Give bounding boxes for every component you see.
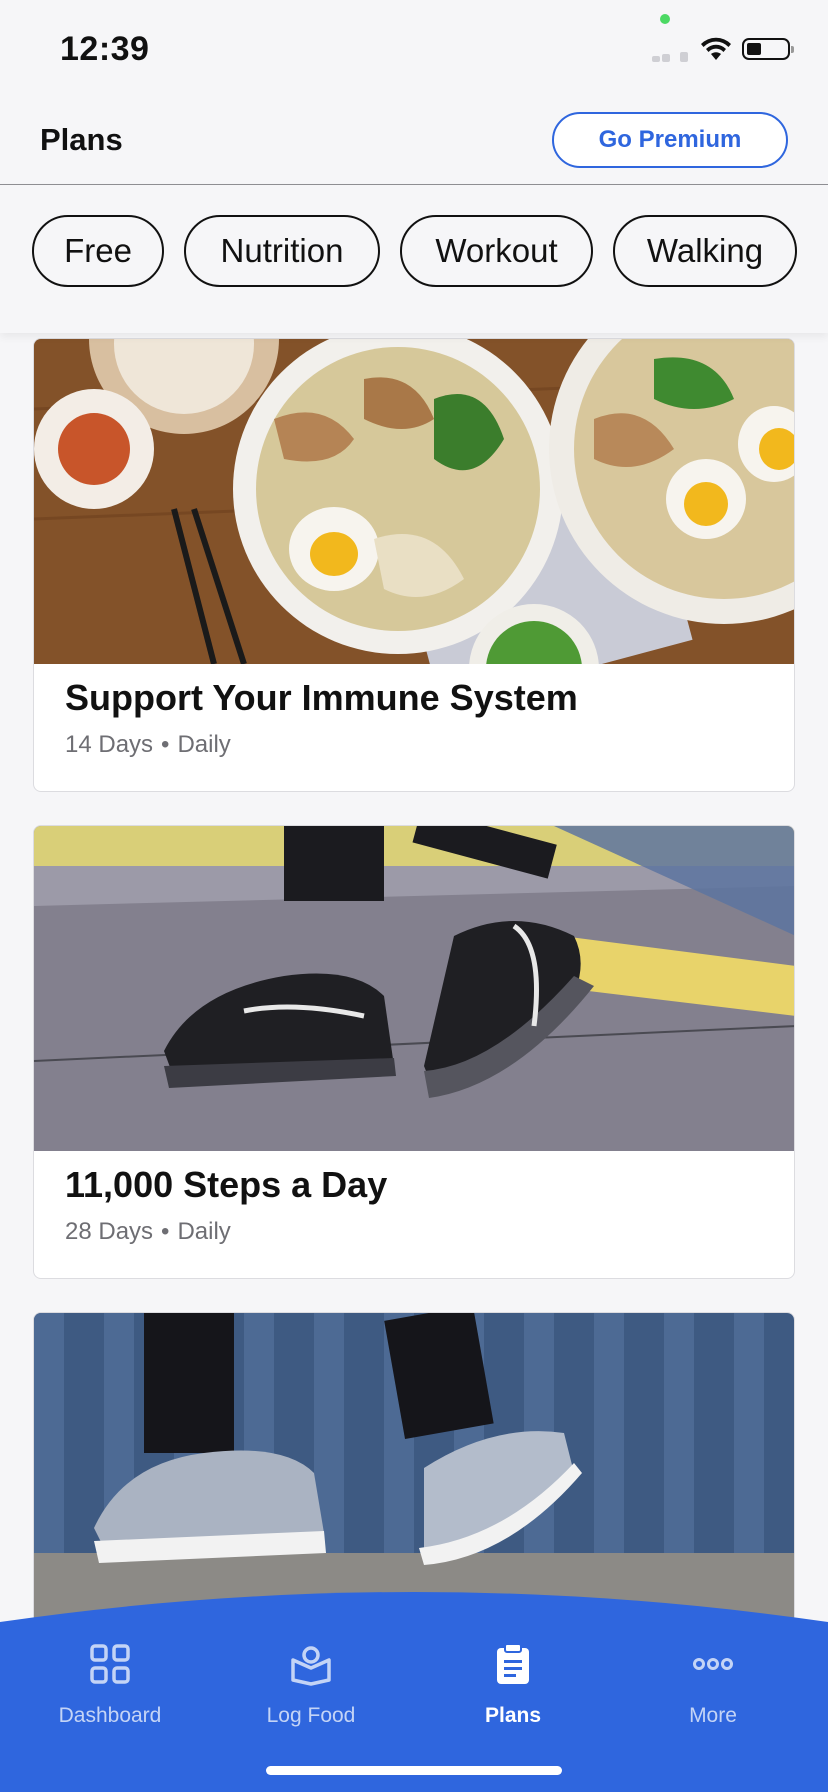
meta-separator: • [161, 1218, 170, 1245]
plan-card[interactable]: Support Your Immune System 14 Days • Daily [33, 338, 795, 792]
privacy-indicator-dot [660, 14, 670, 24]
go-premium-button[interactable]: Go Premium [552, 112, 788, 168]
gray-sneakers-walking-image [34, 1313, 794, 1638]
cellular-signal-icon [652, 50, 692, 62]
wifi-icon [701, 37, 731, 60]
status-bar: 12:39 [0, 0, 828, 100]
plans-icon [497, 1643, 529, 1684]
plan-title: Support Your Immune System [65, 677, 578, 718]
battery-icon [742, 38, 794, 60]
plan-meta: 28 Days • Daily [65, 1218, 231, 1246]
tab-label: Dashboard [58, 1704, 162, 1727]
plan-duration: 28 Days [65, 1218, 154, 1245]
dashboard-icon [90, 1644, 130, 1684]
bottom-tab-bar: Dashboard Log Food Plans More [0, 1592, 828, 1792]
plan-card[interactable]: 11,000 Steps a Day 28 Days • Daily [33, 825, 795, 1279]
filter-chip-walking[interactable]: Walking [613, 215, 797, 287]
tab-label: Plans [484, 1704, 542, 1727]
tab-label: More [689, 1704, 737, 1727]
ramen-bowls-image [34, 339, 794, 664]
plan-frequency: Daily [177, 731, 231, 758]
black-sneakers-walking-image [34, 826, 794, 1151]
filter-chip-free[interactable]: Free [32, 215, 164, 287]
status-time: 12:39 [60, 30, 150, 68]
tab-dashboard[interactable]: Dashboard [25, 1642, 195, 1728]
plan-title: 11,000 Steps a Day [65, 1164, 388, 1205]
plan-duration: 14 Days [65, 731, 154, 758]
app-header: Plans Go Premium [0, 100, 828, 185]
tab-log-food[interactable]: Log Food [226, 1642, 396, 1728]
tab-label: Log Food [266, 1704, 356, 1727]
plan-frequency: Daily [177, 1218, 231, 1245]
tab-plans[interactable]: Plans [428, 1642, 598, 1728]
plan-meta: 14 Days • Daily [65, 731, 231, 759]
log-food-icon [291, 1646, 331, 1686]
filter-chip-workout[interactable]: Workout [400, 215, 593, 287]
more-icon [693, 1658, 733, 1670]
filter-chip-bar: Free Nutrition Workout Walking [0, 185, 828, 333]
home-indicator[interactable] [266, 1766, 562, 1775]
page-title: Plans [40, 122, 123, 157]
filter-chip-nutrition[interactable]: Nutrition [184, 215, 380, 287]
tab-more[interactable]: More [628, 1642, 798, 1728]
meta-separator: • [161, 731, 170, 758]
